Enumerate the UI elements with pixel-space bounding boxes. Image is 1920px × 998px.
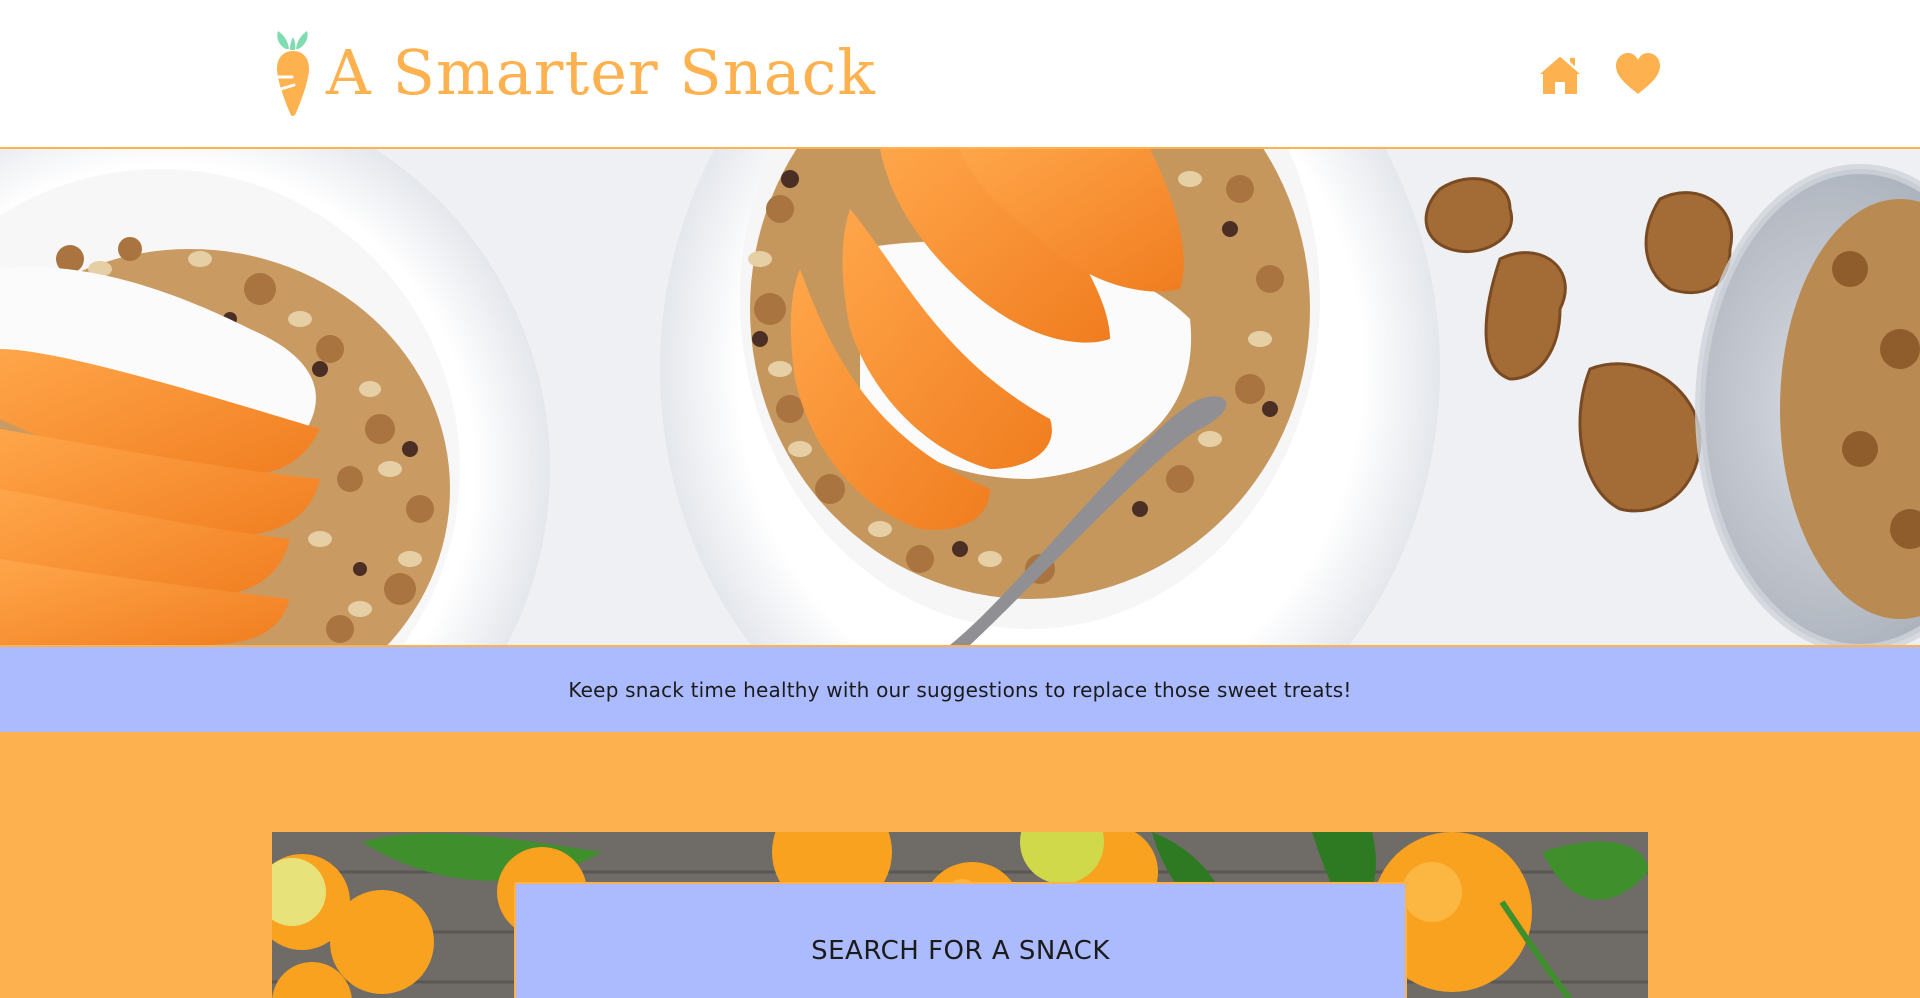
tagline-band: Keep snack time healthy with our suggest… [0,647,1920,732]
hero-banner [0,149,1920,647]
citrus-banner: SEARCH FOR A SNACK [272,832,1648,998]
site-header: A Smarter Snack [0,0,1920,149]
site-logo[interactable]: A Smarter Snack [272,26,876,120]
header-nav [1536,52,1662,96]
carrot-icon [275,31,309,116]
heart-icon[interactable] [1614,52,1662,96]
search-title: SEARCH FOR A SNACK [811,936,1110,966]
home-icon[interactable] [1536,52,1584,96]
search-section: SEARCH FOR A SNACK [0,732,1920,998]
site-title: A Smarter Snack [326,36,876,109]
tagline-text: Keep snack time healthy with our suggest… [568,677,1352,702]
search-card[interactable]: SEARCH FOR A SNACK [514,882,1407,998]
hero-image [0,149,1920,645]
